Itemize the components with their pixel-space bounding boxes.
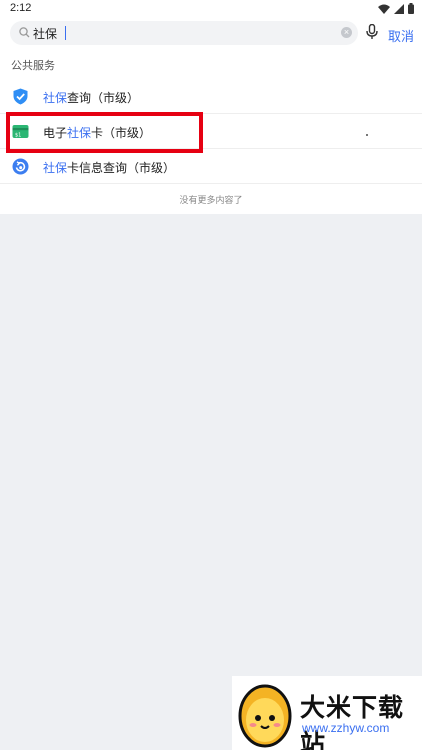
search-bar: × 取消 [0, 18, 422, 48]
refresh-info-icon [12, 158, 29, 175]
shield-check-icon [13, 88, 28, 105]
search-input[interactable] [33, 21, 333, 45]
watermark-brand: 大米下载站 [300, 694, 405, 750]
svg-text:$1: $1 [15, 133, 21, 139]
no-more-text: 没有更多内容了 [179, 195, 243, 205]
clear-icon[interactable]: × [341, 27, 352, 38]
search-icon [19, 27, 30, 38]
status-icons [378, 3, 414, 14]
result-item-social-security-query[interactable]: 社保查询（市级） [0, 79, 422, 114]
result-label: 社保卡信息查询（市级） [43, 161, 176, 175]
text-caret [65, 26, 66, 40]
wifi-icon [378, 4, 390, 14]
stray-dot [366, 134, 368, 136]
card-icon: $1 [12, 125, 29, 139]
cancel-button[interactable]: 取消 [388, 26, 414, 45]
microphone-icon[interactable] [366, 24, 378, 40]
signal-icon [394, 3, 404, 14]
result-item-social-security-card-info[interactable]: 社保卡信息查询（市级） [0, 149, 422, 184]
watermark-domain: www.zzhyw.com [302, 721, 390, 735]
egg-mascot-icon [238, 684, 292, 748]
status-bar: 2:12 [0, 0, 422, 18]
results-panel: 公共服务 社保查询（市级） $1 电子社保卡（市级） 社保卡信息查询（市级） 没… [0, 48, 422, 214]
result-item-electronic-social-security-card[interactable]: $1 电子社保卡（市级） [0, 114, 422, 149]
search-box[interactable]: × [10, 21, 358, 45]
result-label: 社保查询（市级） [43, 91, 140, 105]
status-time: 2:12 [10, 2, 32, 14]
battery-icon [408, 3, 414, 14]
result-label: 电子社保卡（市级） [43, 126, 152, 140]
section-title: 公共服务 [11, 60, 55, 72]
watermark-logo: 大米下载站 www.zzhyw.com [232, 676, 422, 750]
